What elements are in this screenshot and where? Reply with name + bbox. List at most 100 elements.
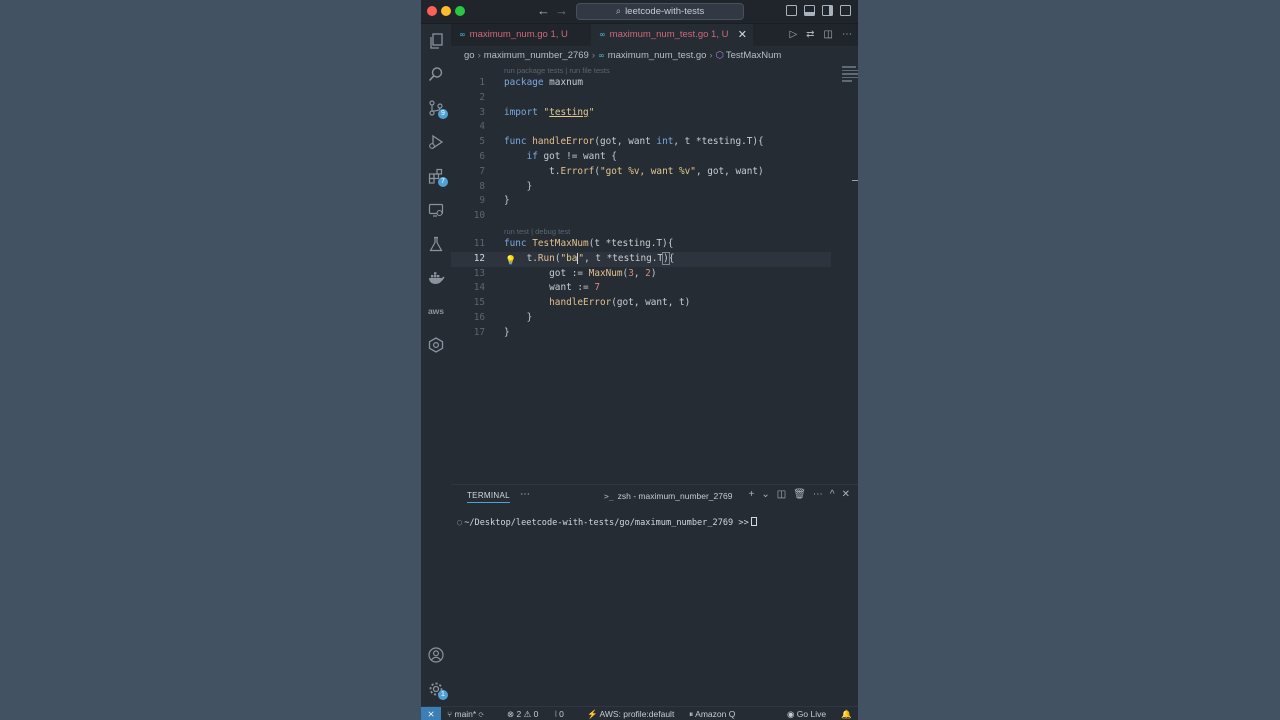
branch-name: main* bbox=[454, 709, 477, 719]
chevron-right-icon: › bbox=[477, 50, 481, 61]
branch-status[interactable]: ⑂ main* ⟳ bbox=[447, 708, 484, 720]
code-line: 8 } bbox=[451, 180, 811, 195]
extensions-icon[interactable]: 7 bbox=[427, 167, 448, 187]
code-text: func TestMaxNum(t *testing.T){ bbox=[504, 238, 674, 249]
new-terminal-icon[interactable]: + bbox=[749, 489, 755, 500]
code-line-current: 12 💡 t.Run("ba", t *testing.T){ bbox=[451, 251, 831, 267]
forward-arrow-icon[interactable]: → bbox=[555, 3, 568, 18]
compare-changes-icon[interactable]: ⇄ bbox=[806, 29, 814, 40]
code-line: 4 bbox=[451, 120, 811, 135]
breadcrumb-item[interactable]: TestMaxNum bbox=[726, 50, 781, 61]
code-text: t.Errorf("got %v, want %v", got, want) bbox=[504, 165, 764, 177]
code-line: 6 if got != want { bbox=[451, 150, 811, 165]
ports-status[interactable]: ⦚ 0 bbox=[555, 708, 564, 720]
code-line: 2 bbox=[451, 91, 811, 106]
terminal-selector[interactable]: >_ zsh - maximum_number_2769 bbox=[604, 491, 732, 501]
docker-icon[interactable] bbox=[427, 269, 445, 287]
more-actions-icon[interactable]: ⋯ bbox=[842, 29, 852, 40]
back-arrow-icon[interactable]: ← bbox=[537, 3, 550, 18]
split-editor-icon[interactable]: ◫ bbox=[824, 29, 833, 40]
toggle-panel-icon[interactable] bbox=[804, 5, 815, 16]
terminal-prompt-line[interactable]: ○ ~/Desktop/leetcode-with-tests/go/maximu… bbox=[457, 517, 757, 528]
command-center-search[interactable]: ⌕ leetcode-with-tests bbox=[576, 3, 744, 20]
code-text: t.Run("ba", t *testing.T){ bbox=[504, 251, 675, 265]
code-line: 3 import "testing" bbox=[451, 106, 811, 121]
manage-badge: 1 bbox=[438, 690, 448, 700]
minimize-window-button[interactable] bbox=[441, 6, 451, 16]
scrollbar-marker bbox=[852, 180, 858, 181]
split-terminal-icon[interactable]: ◫ bbox=[777, 489, 786, 500]
panel-controls: + ⌄ ◫ 🗑 ⋯ ^ ✕ bbox=[742, 489, 850, 500]
run-debug-icon[interactable] bbox=[427, 133, 445, 151]
accounts-icon[interactable] bbox=[427, 646, 445, 664]
close-tab-icon[interactable]: ✕ bbox=[738, 24, 747, 46]
problems-status[interactable]: ⊗ 2 ⚠ 0 bbox=[507, 708, 538, 720]
line-number: 11 bbox=[473, 238, 485, 249]
aws-label: aws bbox=[427, 306, 445, 316]
amazon-q-status[interactable]: ⏸ Amazon Q bbox=[689, 708, 735, 720]
amazon-q-icon[interactable] bbox=[427, 336, 445, 354]
codelens-package-tests[interactable]: run package tests | run file tests bbox=[504, 66, 610, 75]
tab-label: maximum_num.go 1, U bbox=[469, 29, 568, 40]
tab-terminal[interactable]: TERMINAL bbox=[467, 491, 510, 503]
lightning-icon: ⚡ bbox=[587, 709, 598, 719]
error-icon: ⊗ bbox=[507, 709, 515, 719]
maximize-window-button[interactable] bbox=[455, 6, 465, 16]
chevron-right-icon: › bbox=[591, 50, 596, 61]
testing-icon[interactable] bbox=[427, 235, 445, 253]
search-icon[interactable] bbox=[427, 65, 445, 83]
code-line: 10 bbox=[451, 209, 811, 224]
code-text: package maxnum bbox=[504, 77, 584, 88]
line-number: 8 bbox=[479, 180, 485, 192]
code-text: } bbox=[504, 312, 533, 323]
explorer-icon[interactable] bbox=[427, 32, 445, 50]
close-panel-icon[interactable]: ✕ bbox=[842, 489, 850, 500]
code-line: 16 } bbox=[451, 311, 811, 326]
terminal-icon: >_ bbox=[604, 492, 614, 501]
notifications-bell-icon[interactable]: 🔔 bbox=[841, 708, 852, 720]
line-number: 9 bbox=[479, 195, 485, 207]
error-count: 2 bbox=[516, 709, 522, 719]
code-text: import "testing" bbox=[504, 106, 595, 118]
manage-gear-icon[interactable]: 1 bbox=[427, 680, 448, 700]
more-actions-icon[interactable]: ⋯ bbox=[813, 489, 823, 500]
breadcrumb-item[interactable]: go bbox=[464, 50, 475, 61]
extensions-badge: 7 bbox=[438, 177, 448, 187]
editor-actions: ▷ ⇄ ◫ ⋯ bbox=[780, 29, 852, 40]
go-live-status[interactable]: ◉ Go Live bbox=[787, 708, 826, 720]
code-line: 11 func TestMaxNum(t *testing.T){ bbox=[451, 237, 811, 252]
aws-toolkit-icon[interactable]: aws bbox=[427, 302, 445, 320]
source-control-icon[interactable]: 9 bbox=[427, 99, 448, 119]
toggle-primary-sidebar-icon[interactable] bbox=[786, 5, 797, 16]
trash-icon[interactable]: 🗑 bbox=[793, 489, 806, 500]
code-line: 9} bbox=[451, 194, 811, 209]
code-line: 5 func handleError(got, want int, t *test… bbox=[451, 135, 811, 150]
line-number: 5 bbox=[479, 136, 485, 148]
chevron-down-icon[interactable]: ⌄ bbox=[761, 489, 769, 500]
line-number: 12 bbox=[473, 252, 485, 264]
tab-maximum-num-go[interactable]: ∞ maximum_num.go 1, U bbox=[451, 24, 591, 46]
code-editor[interactable]: run package tests | run file tests 1 pack… bbox=[451, 64, 858, 484]
maximize-panel-icon[interactable]: ^ bbox=[830, 489, 835, 500]
remote-explorer-icon[interactable] bbox=[427, 201, 445, 219]
code-text: func handleError(got, want int, t *testi… bbox=[504, 136, 764, 148]
code-text: got := MaxNum(3, 2) bbox=[504, 267, 657, 279]
editor-tabs: ∞ maximum_num.go 1, U ∞ maximum_num_test.g… bbox=[451, 24, 858, 46]
terminal-name: zsh - maximum_number_2769 bbox=[617, 491, 733, 501]
codelens-run-test[interactable]: run test | debug test bbox=[504, 227, 570, 236]
minimap[interactable] bbox=[842, 66, 858, 88]
command-decoration-icon: ○ bbox=[457, 518, 463, 528]
tab-maximum-num-test-go[interactable]: ∞ maximum_num_test.go 1, U ✕ bbox=[591, 24, 753, 46]
remote-indicator-icon[interactable]: ⨯ bbox=[421, 707, 441, 720]
line-number: 2 bbox=[479, 91, 485, 103]
customize-layout-icon[interactable] bbox=[840, 5, 851, 16]
breadcrumb-item[interactable]: maximum_num_test.go bbox=[608, 50, 707, 61]
more-views-icon[interactable]: ⋯ bbox=[520, 489, 530, 500]
close-window-button[interactable] bbox=[427, 6, 437, 16]
aws-profile-status[interactable]: ⚡ AWS: profile:default bbox=[587, 708, 674, 720]
breadcrumb-item[interactable]: maximum_number_2769 bbox=[484, 50, 589, 61]
run-icon[interactable]: ▷ bbox=[789, 29, 797, 40]
go-file-icon: ∞ bbox=[598, 51, 605, 60]
toggle-secondary-sidebar-icon[interactable] bbox=[822, 5, 833, 16]
code-text: } bbox=[504, 326, 510, 338]
